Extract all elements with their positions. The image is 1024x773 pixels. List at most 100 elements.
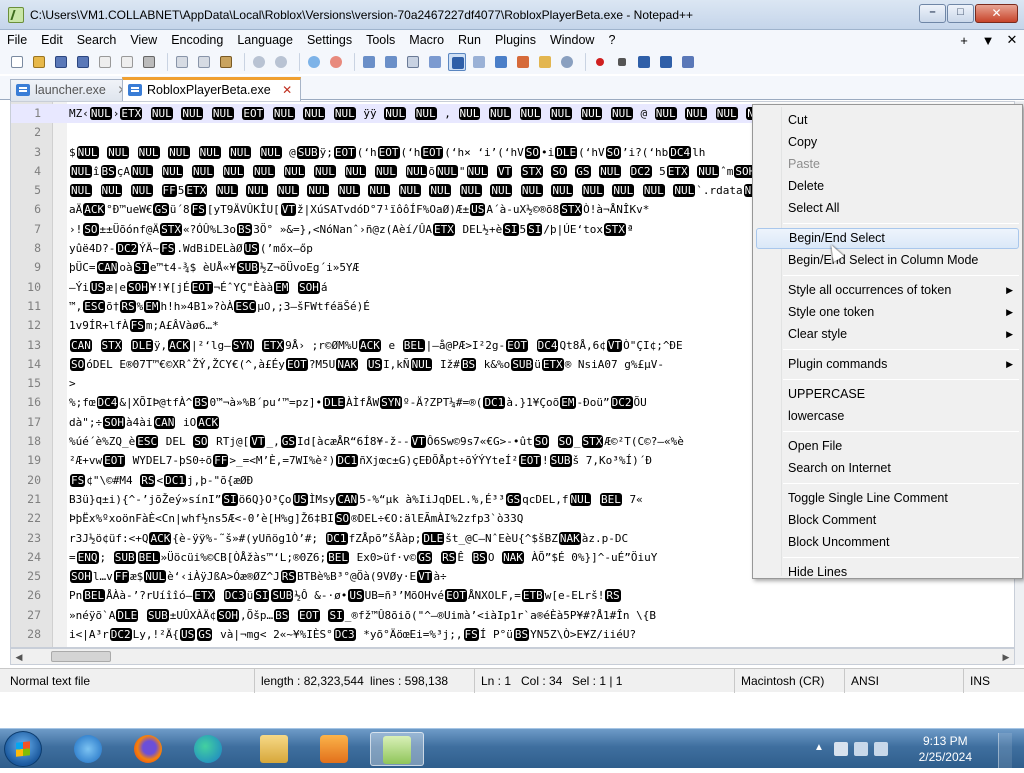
taskbar-notepadpp[interactable] — [370, 732, 424, 766]
menu-edit[interactable]: Edit — [34, 30, 70, 50]
context-item-style-one-token[interactable]: Style one token ▶ — [756, 302, 1019, 323]
close-button[interactable]: ✕ — [975, 4, 1018, 23]
replace-icon[interactable] — [327, 53, 345, 71]
folder-workspace-icon[interactable] — [536, 53, 554, 71]
context-item-hide-lines[interactable]: Hide Lines — [756, 562, 1019, 583]
find-icon[interactable] — [305, 53, 323, 71]
context-item-plugin-commands[interactable]: Plugin commands ▶ — [756, 354, 1019, 375]
maximize-button[interactable]: □ — [947, 4, 974, 23]
function-list-icon[interactable] — [514, 53, 532, 71]
menu-language[interactable]: Language — [230, 30, 300, 50]
menu-encoding[interactable]: Encoding — [164, 30, 230, 50]
undo-icon[interactable] — [250, 53, 268, 71]
menu-settings[interactable]: Settings — [300, 30, 359, 50]
run-macro-multiple-icon[interactable] — [657, 53, 675, 71]
control-char-token: SYN — [380, 396, 402, 410]
horizontal-scrollbar[interactable]: ◀ ▶ — [10, 648, 1015, 665]
menu-plugins[interactable]: Plugins — [488, 30, 543, 50]
context-item-begin-end-select-in-column-mode[interactable]: Begin/End Select in Column Mode — [756, 250, 1019, 271]
tab-close-icon[interactable]: ✕ — [282, 80, 292, 101]
tray-volume-icon[interactable] — [874, 742, 888, 756]
word-wrap-icon[interactable] — [404, 53, 422, 71]
toolbar — [0, 50, 1024, 74]
scroll-right-icon[interactable]: ▶ — [1000, 652, 1012, 663]
menu-search[interactable]: Search — [70, 30, 124, 50]
menu-tools[interactable]: Tools — [359, 30, 402, 50]
code-line[interactable]: 27 »néÿõ`A DLE SUB ±UÛXÀÄ¢ SOH ,Õšp… BS EOT SI… — [11, 606, 1014, 625]
context-item-begin-end-select[interactable]: Begin/End Select — [756, 228, 1019, 249]
tab-launcher[interactable]: launcher.exe ✕ — [10, 79, 137, 101]
new-file-icon[interactable] — [8, 53, 26, 71]
monitoring-icon[interactable] — [558, 53, 576, 71]
tray-overflow-icon[interactable]: ▲ — [814, 742, 828, 756]
stop-macro-icon[interactable] — [613, 53, 631, 71]
menu-view[interactable]: View — [123, 30, 164, 50]
close-file-icon[interactable] — [96, 53, 114, 71]
play-macro-icon[interactable] — [635, 53, 653, 71]
record-macro-icon[interactable] — [591, 53, 609, 71]
menu-run[interactable]: Run — [451, 30, 488, 50]
status-eol[interactable]: Macintosh (CR) — [734, 669, 824, 693]
context-item-cut[interactable]: Cut — [756, 110, 1019, 131]
menu-help[interactable]: ? — [601, 30, 622, 50]
minimize-icon: – — [929, 6, 936, 18]
save-icon[interactable] — [52, 53, 70, 71]
open-file-icon[interactable] — [30, 53, 48, 71]
context-item-uppercase[interactable]: UPPERCASE — [756, 384, 1019, 405]
taskbar-internet-explorer[interactable] — [62, 732, 116, 766]
scroll-thumb[interactable] — [51, 651, 111, 662]
indent-guide-icon[interactable] — [448, 53, 466, 71]
taskbar-file-explorer[interactable] — [248, 732, 302, 766]
close-doc-icon[interactable]: ✕ — [1000, 32, 1024, 48]
zoom-in-icon[interactable] — [360, 53, 378, 71]
minimize-button[interactable]: – — [919, 4, 946, 23]
document-map-icon[interactable] — [492, 53, 510, 71]
code-line[interactable]: 28 i<|A³r DC2 Ly,!²Ä{US GS và|¬mg< 2«~¥%IÈS°… — [11, 625, 1014, 644]
taskbar-media-player[interactable] — [308, 732, 362, 766]
new-tab-icon[interactable]: + — [952, 33, 976, 48]
user-language-icon[interactable] — [470, 53, 488, 71]
save-macro-icon[interactable] — [679, 53, 697, 71]
context-item-toggle-single-line-comment[interactable]: Toggle Single Line Comment — [756, 488, 1019, 509]
taskbar-firefox[interactable] — [122, 732, 176, 766]
title-bar[interactable]: C:\Users\VM1.COLLABNET\AppData\Local\Rob… — [0, 0, 1024, 30]
context-item-style-all-occurrences-of-token[interactable]: Style all occurrences of token ▶ — [756, 280, 1019, 301]
menu-file[interactable]: File — [0, 30, 34, 50]
context-item-search-on-internet[interactable]: Search on Internet — [756, 458, 1019, 479]
cut-icon[interactable] — [173, 53, 191, 71]
taskbar-edge[interactable] — [182, 732, 236, 766]
menu-window[interactable]: Window — [543, 30, 601, 50]
tab-robloxplayerbeta[interactable]: RobloxPlayerBeta.exe ✕ — [122, 77, 302, 101]
status-insert-mode[interactable]: INS — [963, 669, 990, 693]
copy-icon[interactable] — [195, 53, 213, 71]
context-item-block-uncomment[interactable]: Block Uncomment — [756, 532, 1019, 553]
tray-network-icon[interactable] — [854, 742, 868, 756]
line-text: yûë4D?- DC2 ÝÄ~ FS .WdBiDELàØ US (’mőx–őp — [69, 242, 313, 256]
context-item-clear-style[interactable]: Clear style ▶ — [756, 324, 1019, 345]
show-all-chars-icon[interactable] — [426, 53, 444, 71]
context-item-copy[interactable]: Copy — [756, 132, 1019, 153]
scroll-left-icon[interactable]: ◀ — [13, 652, 25, 663]
redo-icon[interactable] — [272, 53, 290, 71]
start-button[interactable] — [4, 731, 42, 767]
tab-list-icon[interactable]: ▼ — [976, 33, 1000, 48]
show-desktop-button[interactable] — [998, 733, 1012, 773]
tray-flag-icon[interactable] — [834, 742, 848, 756]
zoom-out-icon[interactable] — [382, 53, 400, 71]
notepadpp-app-icon[interactable] — [8, 6, 24, 23]
context-item-select-all[interactable]: Select All — [756, 198, 1019, 219]
clock[interactable]: 9:13 PM 2/25/2024 — [919, 733, 972, 765]
context-item-block-comment[interactable]: Block Comment — [756, 510, 1019, 531]
line-number: 10 — [27, 279, 41, 294]
print-icon[interactable] — [140, 53, 158, 71]
context-item-open-file[interactable]: Open File — [756, 436, 1019, 457]
paste-icon[interactable] — [217, 53, 235, 71]
context-item-lowercase[interactable]: lowercase — [756, 406, 1019, 427]
context-item-delete[interactable]: Delete — [756, 176, 1019, 197]
menu-macro[interactable]: Macro — [402, 30, 451, 50]
control-char-token: SI — [527, 222, 543, 236]
save-all-icon[interactable] — [74, 53, 92, 71]
close-all-icon[interactable] — [118, 53, 136, 71]
control-char-token: NUL — [276, 184, 299, 198]
code-line[interactable]: 26 Pn BEL ÅÀà-’?rUíîîó– ETX DC3 ü SI SUB ½Ô &-·ø… — [11, 586, 1014, 605]
